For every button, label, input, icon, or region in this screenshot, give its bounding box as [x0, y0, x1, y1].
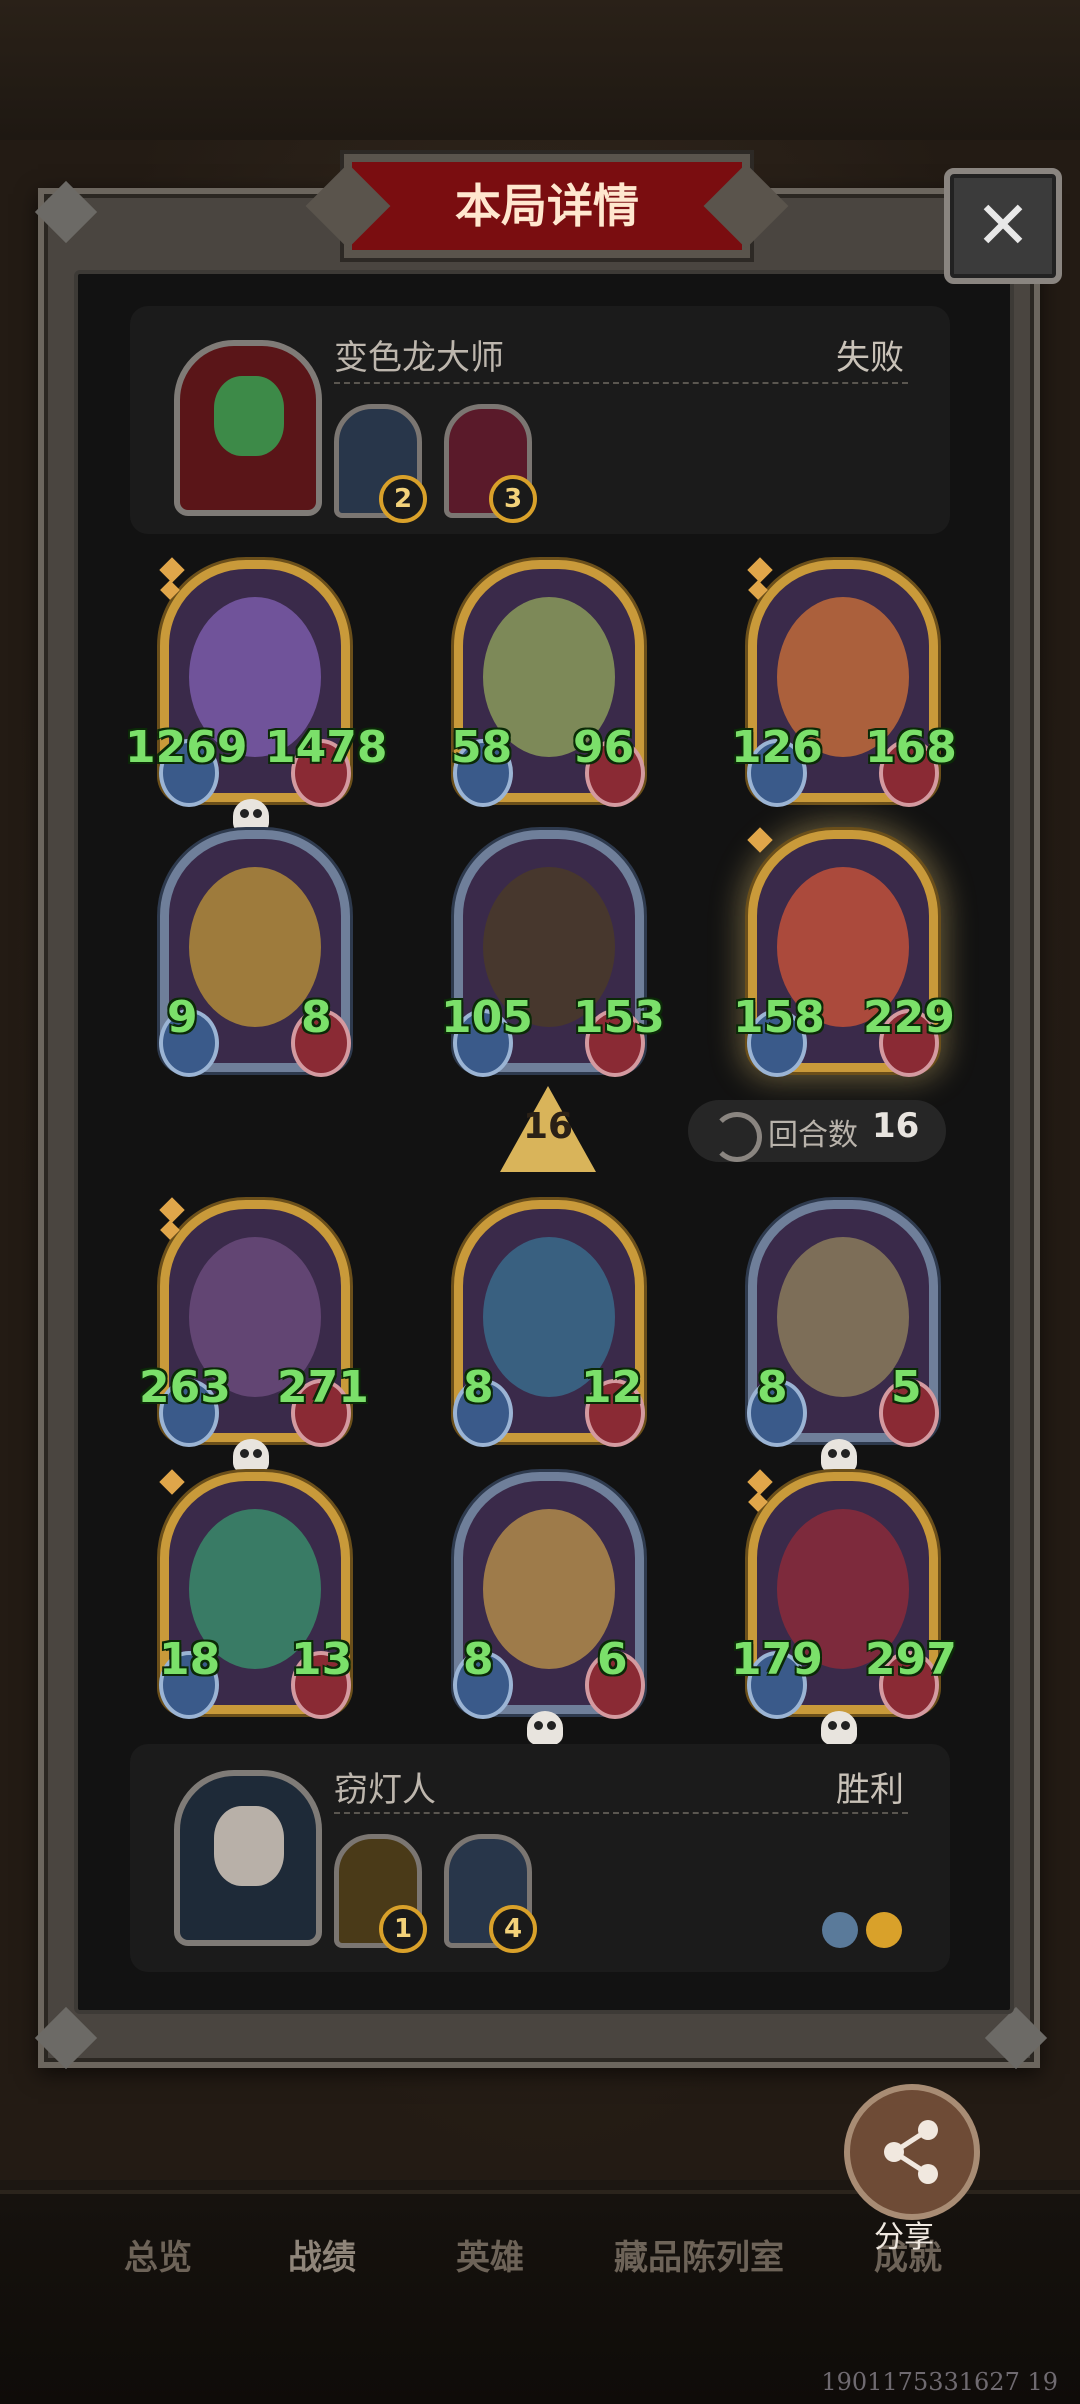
opponent-item[interactable]: 2	[334, 404, 427, 523]
divider	[334, 382, 908, 384]
unit-card[interactable]: 18 13	[159, 1469, 353, 1719]
unit-attack: 18	[159, 1634, 221, 1685]
player-name: 窃灯人	[334, 1770, 436, 1810]
share-icon	[884, 2120, 938, 2184]
dialog-title: 本局详情	[455, 179, 639, 233]
unit-attack: 8	[757, 1362, 788, 1413]
skull-icon	[821, 1711, 857, 1745]
swords-icon	[822, 1912, 858, 1948]
item-level-badge: 1	[379, 1905, 427, 1953]
unit-card[interactable]: 9 8	[159, 830, 351, 1077]
opponent-name: 变色龙大师	[334, 338, 504, 378]
unit-attack: 105	[441, 992, 533, 1043]
unit-health: 12	[581, 1362, 643, 1413]
unit-health: 96	[573, 722, 635, 773]
skull-icon	[821, 1439, 857, 1473]
crown-icon	[866, 1912, 902, 1948]
unit-card[interactable]: 263 271	[139, 1197, 369, 1473]
skull-icon	[527, 1711, 563, 1745]
unit-health: 13	[291, 1634, 353, 1685]
opponent-item[interactable]: 3	[444, 404, 537, 523]
share-label: 分享	[874, 2220, 934, 2255]
unit-card[interactable]: 8 12	[453, 1200, 645, 1447]
close-icon: ✕	[975, 187, 1031, 264]
unit-card[interactable]: 126 168	[731, 557, 957, 807]
refresh-icon	[712, 1112, 762, 1162]
unit-attack: 58	[451, 722, 513, 773]
turn-label: 回合数	[768, 1118, 858, 1153]
unit-attack: 9	[167, 992, 198, 1043]
turn-count: 16	[872, 1106, 920, 1146]
unit-art	[777, 1237, 909, 1397]
unit-attack: 179	[731, 1634, 823, 1685]
skull-icon	[233, 799, 269, 833]
unit-attack: 8	[463, 1362, 494, 1413]
title-plate: 本局详情	[344, 154, 750, 258]
unit-attack: 8	[463, 1634, 494, 1685]
unit-health: 168	[865, 722, 957, 773]
unit-card[interactable]: 58 96	[451, 560, 645, 807]
unit-card[interactable]: 1269 1478	[125, 557, 387, 833]
skull-icon	[233, 1439, 269, 1473]
unit-attack: 1269	[125, 722, 248, 773]
unit-health: 8	[301, 992, 332, 1043]
unit-card[interactable]: 8 6	[453, 1472, 645, 1745]
unit-attack: 126	[731, 722, 823, 773]
turn-marker: 16	[522, 1106, 574, 1147]
player-item[interactable]: 1	[334, 1834, 427, 1953]
opponent-avatar[interactable]	[174, 340, 322, 516]
nav-heroes[interactable]: 英雄	[456, 2230, 524, 2279]
nav-overview[interactable]: 总览	[124, 2230, 192, 2279]
nav-collection[interactable]: 藏品陈列室	[614, 2230, 784, 2279]
unit-health: 5	[891, 1362, 922, 1413]
unit-health: 271	[277, 1362, 369, 1413]
share-button[interactable]	[844, 2084, 980, 2220]
unit-health: 153	[573, 992, 665, 1043]
item-level-badge: 3	[489, 475, 537, 523]
unit-card[interactable]: 158 229	[733, 827, 955, 1077]
top-background	[0, 0, 1080, 140]
player-result: 胜利	[836, 1770, 904, 1810]
player-avatar[interactable]	[174, 1770, 322, 1946]
unit-art	[483, 1509, 615, 1669]
unit-card[interactable]: 179 297	[731, 1469, 957, 1745]
unit-health: 297	[865, 1634, 957, 1685]
unit-health: 6	[597, 1634, 628, 1685]
opponent-result: 失败	[836, 338, 904, 378]
item-level-badge: 2	[379, 475, 427, 523]
item-level-badge: 4	[489, 1905, 537, 1953]
player-item[interactable]: 4	[444, 1834, 537, 1953]
footer-id: 1901175331627 19	[821, 2368, 1058, 2396]
unit-card[interactable]: 8 5	[747, 1200, 939, 1473]
avatar-face	[214, 1806, 284, 1886]
divider	[334, 1812, 908, 1814]
unit-health: 229	[863, 992, 955, 1043]
unit-attack: 263	[139, 1362, 231, 1413]
nav-records[interactable]: 战绩	[288, 2230, 356, 2279]
unit-attack: 158	[733, 992, 825, 1043]
unit-card[interactable]: 105 153	[441, 830, 665, 1077]
close-button[interactable]: ✕	[944, 168, 1062, 284]
unit-health: 1478	[265, 722, 388, 773]
avatar-face	[214, 376, 284, 456]
